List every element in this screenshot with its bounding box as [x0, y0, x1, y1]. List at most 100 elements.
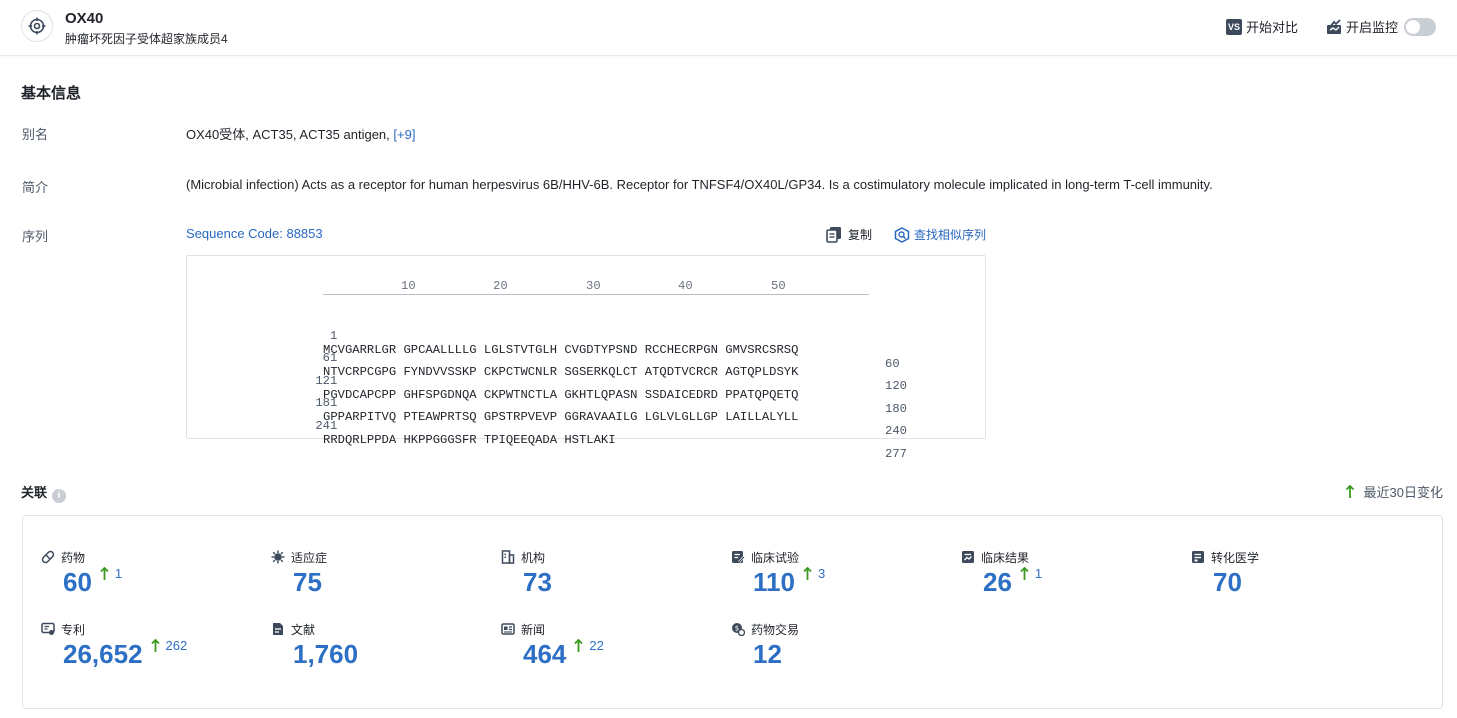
monitor-toggle[interactable] [1404, 17, 1437, 36]
patent-icon [41, 622, 55, 635]
arrow-up-icon [1020, 567, 1029, 580]
association-stats: 药物 60 1 适应症 75 机构 73 临床试验 110 3 临床结果 26 … [22, 515, 1443, 709]
row-start: 181 [315, 396, 338, 410]
news-icon [501, 623, 515, 635]
page-subtitle: 肿瘤坏死因子受体超家族成员4 [65, 32, 228, 46]
stat-value: 12 [753, 639, 782, 669]
stat-news[interactable]: 新闻 464 22 [501, 621, 721, 669]
sequence-row: 181 GPPARPITVQ PTEAWPRTSQ GPSTRPVEVP GGR… [187, 382, 907, 438]
stat-label: 临床结果 [981, 550, 1030, 565]
stat-literature[interactable]: 文献 1,760 [271, 621, 491, 669]
alias-value: OX40受体, ACT35, ACT35 antigen, [+9] [186, 124, 415, 143]
stat-label: 机构 [521, 550, 546, 565]
ruler-label: 50 [771, 279, 786, 293]
stat-delta: 3 [817, 566, 826, 581]
sequence-row: 1 MCVGARRLGR GPCAALLLLG LGLSTVTGLH CVGDT… [187, 315, 900, 371]
building-icon [501, 550, 515, 564]
stat-label: 适应症 [291, 550, 328, 565]
stat-value: 110 [753, 567, 795, 597]
copy-button[interactable]: 复制 [826, 226, 872, 243]
page-header: OX40 肿瘤坏死因子受体超家族成员4 VS 开始对比 开启监控 [0, 0, 1457, 56]
row-end: 60 [885, 357, 900, 371]
arrow-up-icon [574, 639, 584, 652]
stat-label: 文献 [291, 622, 316, 637]
row-start: 241 [315, 419, 338, 433]
sequence-code-link[interactable]: Sequence Code: 88853 [186, 226, 323, 241]
stat-clinical-results[interactable]: 临床结果 26 1 [961, 549, 1181, 597]
stat-value: 1,760 [293, 639, 359, 669]
target-icon [28, 17, 46, 35]
stat-value: 75 [293, 567, 322, 597]
row-end: 240 [885, 424, 907, 438]
basic-info-title: 基本信息 [21, 85, 82, 102]
stat-value: 70 [1213, 567, 1242, 597]
alias-more-link[interactable]: [+9] [393, 127, 415, 142]
stat-drugs[interactable]: 药物 60 1 [41, 549, 261, 597]
ruler-label: 20 [493, 279, 508, 293]
legend-label: 最近30日变化 [1363, 485, 1443, 500]
stat-clinical-trials[interactable]: 临床试验 110 3 [731, 549, 951, 597]
clinical-result-icon [962, 551, 974, 563]
ruler-label: 30 [586, 279, 601, 293]
summary-label: 简介 [22, 180, 49, 195]
stat-label: 临床试验 [751, 550, 800, 565]
stat-patents[interactable]: 专利 26,652 262 [41, 621, 261, 669]
virus-icon [271, 550, 285, 564]
arrow-up-icon [1345, 484, 1354, 498]
compare-button[interactable]: VS 开始对比 [1226, 17, 1298, 36]
row-start: 1 [329, 329, 338, 343]
row-start: 121 [315, 374, 338, 388]
stat-label: 新闻 [521, 622, 546, 637]
stat-organizations[interactable]: 机构 73 [501, 549, 721, 597]
stat-translational[interactable]: 转化医学 70 [1191, 549, 1411, 597]
stat-indications[interactable]: 适应症 75 [271, 549, 491, 597]
translational-icon [1192, 551, 1204, 563]
stat-delta: 1 [1034, 566, 1043, 581]
change-legend: 最近30日变化 [1345, 482, 1443, 501]
ruler-line [323, 294, 869, 295]
vs-icon: VS [1226, 18, 1242, 35]
sequence-viewer: 10 20 30 40 50 1 MCVGARRLGR GPCAALLLLG L… [186, 255, 986, 461]
row-residues: MCVGARRLGR GPCAALLLLG LGLSTVTGLH CVGDTYP… [323, 343, 799, 357]
sequence-row: 121 PGVDCAPCPP GHFSPGDNQA CKPWTNCTLA GKH… [187, 360, 907, 416]
sequence-row: 61 NTVCRPCGPG FYNDVVSSKP CKPCTWCNLR SGSE… [187, 337, 907, 393]
stat-label: 药物 [61, 550, 86, 565]
row-residues: PGVDCAPCPP GHFSPGDNQA CKPWTNCTLA GKHTLQP… [323, 388, 799, 402]
arrow-up-icon [803, 567, 812, 580]
page-title: OX40 [65, 10, 104, 27]
row-residues: GPPARPITVQ PTEAWPRTSQ GPSTRPVEVP GGRAVAA… [323, 410, 799, 424]
alias-list: OX40受体, ACT35, ACT35 antigen, [186, 127, 390, 142]
stat-drug-deals[interactable]: $ 药物交易 12 [731, 621, 951, 669]
ruler-label: 40 [678, 279, 693, 293]
row-residues: NTVCRPCGPG FYNDVVSSKP CKPCTWCNLR SGSERKQ… [323, 365, 799, 379]
stat-delta: 262 [165, 638, 188, 653]
compare-label: 开始对比 [1246, 20, 1299, 35]
deal-icon: $ [732, 623, 745, 636]
row-residues: RRDQRLPPDA HKPPGGGSFR TPIQEEQADA HSTLAKI [323, 433, 616, 447]
monitor-icon [1327, 18, 1341, 34]
find-similar-label: 查找相似序列 [914, 228, 987, 242]
stat-label: 转化医学 [1211, 550, 1260, 565]
stat-value: 73 [523, 567, 552, 597]
stat-label: 药物交易 [751, 622, 800, 637]
arrow-up-icon [150, 639, 160, 652]
assoc-title: 关联 i [21, 482, 67, 503]
arrow-up-icon [100, 567, 109, 580]
stat-value: 26,652 [63, 639, 143, 669]
row-end: 277 [885, 447, 907, 461]
stat-value: 26 [983, 567, 1012, 597]
sequence-label: 序列 [22, 229, 49, 244]
similar-sequence-icon [894, 226, 910, 243]
monitor-label: 开启监控 [1346, 20, 1399, 35]
stat-delta: 1 [114, 566, 123, 581]
row-end: 120 [885, 379, 907, 393]
clinical-trial-icon [732, 551, 745, 563]
ruler-label: 10 [401, 279, 416, 293]
stat-value: 60 [63, 567, 92, 597]
row-end: 180 [885, 402, 907, 416]
find-similar-button[interactable]: 查找相似序列 [894, 226, 986, 243]
row-start: 61 [322, 351, 338, 365]
monitor-control[interactable]: 开启监控 [1326, 17, 1437, 36]
info-icon[interactable]: i [52, 489, 67, 503]
target-logo [21, 10, 53, 42]
